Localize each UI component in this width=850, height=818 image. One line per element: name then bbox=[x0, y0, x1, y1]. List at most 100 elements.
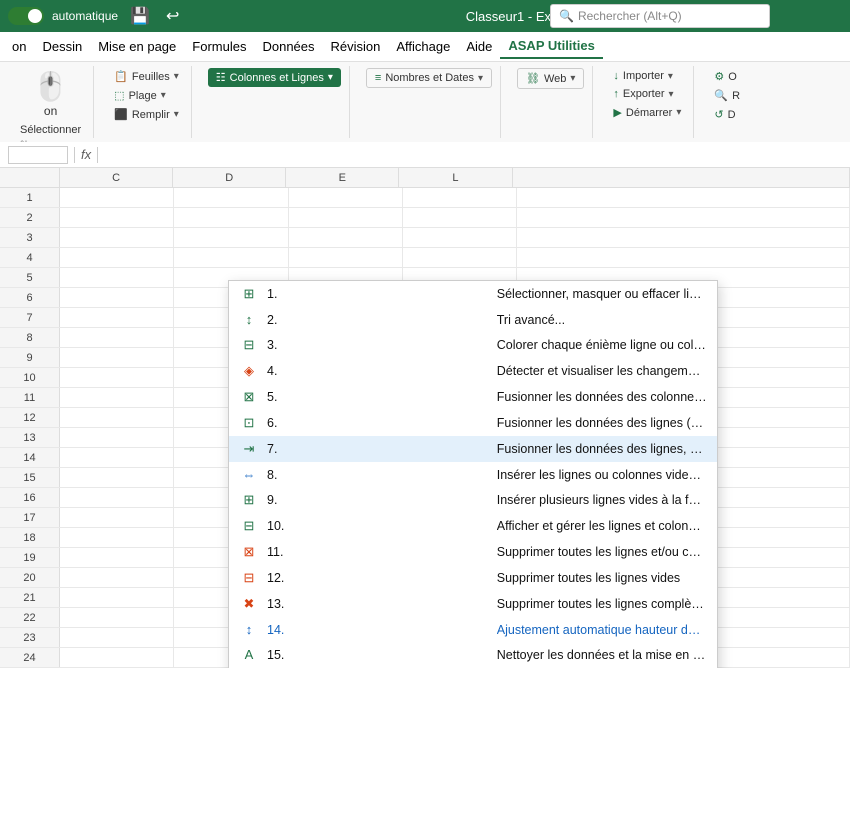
item13-text: 13. bbox=[267, 597, 477, 611]
ribbon-btn-settings[interactable]: ⚙ O bbox=[710, 68, 744, 85]
dropdown-item-12[interactable]: ⊟ 12. Supprimer toutes les lignes vides bbox=[229, 565, 717, 591]
item12-text: 12. bbox=[267, 571, 477, 585]
ribbon-btn-search2[interactable]: 🔍 R bbox=[710, 87, 744, 104]
row-num: 21 bbox=[0, 588, 60, 607]
cell[interactable] bbox=[517, 228, 850, 247]
menu-item-dessin[interactable]: Dessin bbox=[34, 35, 90, 58]
ribbon-btn-remplir[interactable]: ⬛ Remplir ▾ bbox=[110, 106, 183, 123]
dropdown-item-13[interactable]: ✖ 13. Supprimer toutes les lignes complè… bbox=[229, 591, 717, 617]
dropdown-item-8[interactable]: ⇔ 8. Insérer les lignes ou colonnes vide… bbox=[229, 462, 717, 487]
cell[interactable] bbox=[60, 228, 174, 247]
cell[interactable] bbox=[174, 248, 288, 267]
cell[interactable] bbox=[60, 288, 174, 307]
cell[interactable] bbox=[60, 448, 174, 467]
ribbon-btn-nombres-dates[interactable]: ≡ Nombres et Dates ▾ bbox=[366, 68, 492, 88]
save-icon[interactable]: 💾 bbox=[126, 6, 154, 26]
settings-icon: ⚙ bbox=[714, 70, 724, 83]
item2-text: 2. bbox=[267, 313, 477, 327]
ribbon-btn-feuilles[interactable]: 📋 Feuilles ▾ bbox=[110, 68, 183, 85]
titlebar-toggle[interactable] bbox=[8, 7, 44, 25]
name-box[interactable] bbox=[8, 146, 68, 164]
ribbon-btn-on[interactable]: 🖱️ on bbox=[16, 68, 85, 120]
cell[interactable] bbox=[289, 248, 403, 267]
ribbon-btn-selectionner[interactable]: Sélectionner bbox=[16, 122, 85, 138]
dropdown-item-11[interactable]: ⊠ 11. Supprimer toutes les lignes et/ou … bbox=[229, 539, 717, 565]
dropdown-item-9[interactable]: ⊞ 9. Insérer plusieurs lignes vides à la… bbox=[229, 487, 717, 513]
dropdown-item-6[interactable]: ⊡ 6. Fusionner les données des lignes (c… bbox=[229, 410, 717, 436]
cell[interactable] bbox=[289, 208, 403, 227]
dropdown-item-3[interactable]: ⊟ 3. Colorer chaque énième ligne ou colo… bbox=[229, 332, 717, 358]
dropdown-item-14[interactable]: ↕ 14. Ajustement automatique hauteur de … bbox=[229, 617, 717, 642]
cell[interactable] bbox=[60, 408, 174, 427]
cell[interactable] bbox=[60, 488, 174, 507]
dropdown-item-2[interactable]: ↕ 2. Tri avancé... bbox=[229, 307, 717, 332]
colonnes-icon: ☷ bbox=[216, 71, 226, 84]
cell[interactable] bbox=[174, 208, 288, 227]
cell[interactable] bbox=[60, 208, 174, 227]
cell[interactable] bbox=[517, 208, 850, 227]
cell[interactable] bbox=[60, 428, 174, 447]
cell[interactable] bbox=[517, 188, 850, 207]
ribbon-btn-exporter[interactable]: ↑ Exporter ▾ bbox=[609, 86, 685, 102]
cell[interactable] bbox=[60, 348, 174, 367]
dropdown-item-10[interactable]: ⊟ 10. Afficher et gérer les lignes et co… bbox=[229, 513, 717, 539]
item12-icon: ⊟ bbox=[239, 570, 259, 586]
ribbon-btn-importer[interactable]: ↓ Importer ▾ bbox=[609, 68, 685, 84]
dropdown-item-16[interactable]: 📄 16. Papier à dessin... bbox=[229, 667, 717, 668]
menu-item-affichage[interactable]: Affichage bbox=[388, 35, 458, 58]
undo-icon[interactable]: ↩ bbox=[162, 6, 183, 26]
menu-item-donnees[interactable]: Données bbox=[254, 35, 322, 58]
cell[interactable] bbox=[60, 588, 174, 607]
cell[interactable] bbox=[60, 468, 174, 487]
dropdown-item-1[interactable]: ⊞ 1. Sélectionner, masquer ou effacer li… bbox=[229, 281, 717, 307]
remplir-icon: ⬛ bbox=[114, 108, 128, 121]
dropdown-item-7[interactable]: ⇥ 7. Fusionner les données des lignes, s… bbox=[229, 436, 717, 462]
cell[interactable] bbox=[60, 548, 174, 567]
col-header-c[interactable]: C bbox=[60, 168, 173, 187]
cell[interactable] bbox=[289, 228, 403, 247]
col-header-l[interactable]: L bbox=[399, 168, 512, 187]
cell[interactable] bbox=[60, 188, 174, 207]
col-header-e[interactable]: E bbox=[286, 168, 399, 187]
cell[interactable] bbox=[60, 248, 174, 267]
ribbon-btn-refresh[interactable]: ↺ D bbox=[710, 106, 744, 123]
search-box[interactable]: 🔍 Rechercher (Alt+Q) bbox=[550, 4, 770, 28]
menu-item-asap[interactable]: ASAP Utilities bbox=[500, 34, 602, 59]
cell[interactable] bbox=[403, 228, 517, 247]
ribbon-btn-web[interactable]: ⛓ Web ▾ bbox=[517, 68, 584, 89]
cell[interactable] bbox=[60, 628, 174, 647]
menu-item-formules[interactable]: Formules bbox=[184, 35, 254, 58]
cell[interactable] bbox=[60, 508, 174, 527]
cell[interactable] bbox=[174, 188, 288, 207]
cell[interactable] bbox=[517, 248, 850, 267]
cell[interactable] bbox=[403, 208, 517, 227]
ribbon-btn-plage[interactable]: ⬚ Plage ▾ bbox=[110, 87, 183, 104]
menu-item-aide[interactable]: Aide bbox=[458, 35, 500, 58]
cell[interactable] bbox=[403, 248, 517, 267]
dropdown-item-5[interactable]: ⊠ 5. Fusionner les données des colonnes … bbox=[229, 384, 717, 410]
item10-text: 10. bbox=[267, 519, 477, 533]
cell[interactable] bbox=[60, 368, 174, 387]
ribbon-btn-colonnes-lignes[interactable]: ☷ Colonnes et Lignes ▾ bbox=[208, 68, 341, 87]
menu-item-on[interactable]: on bbox=[4, 35, 34, 58]
dropdown-item-15[interactable]: A 15. Nettoyer les données et la mise en… bbox=[229, 642, 717, 667]
cell[interactable] bbox=[174, 228, 288, 247]
ribbon-group-colonnes-lignes: ☷ Colonnes et Lignes ▾ bbox=[200, 66, 350, 138]
menu-item-revision[interactable]: Révision bbox=[323, 35, 389, 58]
cell[interactable] bbox=[60, 388, 174, 407]
cell[interactable] bbox=[289, 188, 403, 207]
search2-icon: 🔍 bbox=[714, 89, 728, 102]
cell[interactable] bbox=[403, 188, 517, 207]
cell[interactable] bbox=[60, 648, 174, 667]
ribbon-btn-demarrer[interactable]: ▶ Démarrer ▾ bbox=[609, 104, 685, 121]
cell[interactable] bbox=[60, 568, 174, 587]
cell[interactable] bbox=[60, 528, 174, 547]
cell[interactable] bbox=[60, 308, 174, 327]
dropdown-item-4[interactable]: ◈ 4. Détecter et visualiser les changeme… bbox=[229, 358, 717, 384]
ribbon-group-label-role: rôle bbox=[16, 140, 85, 142]
cell[interactable] bbox=[60, 608, 174, 627]
col-header-d[interactable]: D bbox=[173, 168, 286, 187]
menu-item-mise-en-page[interactable]: Mise en page bbox=[90, 35, 184, 58]
cell[interactable] bbox=[60, 328, 174, 347]
cell[interactable] bbox=[60, 268, 174, 287]
